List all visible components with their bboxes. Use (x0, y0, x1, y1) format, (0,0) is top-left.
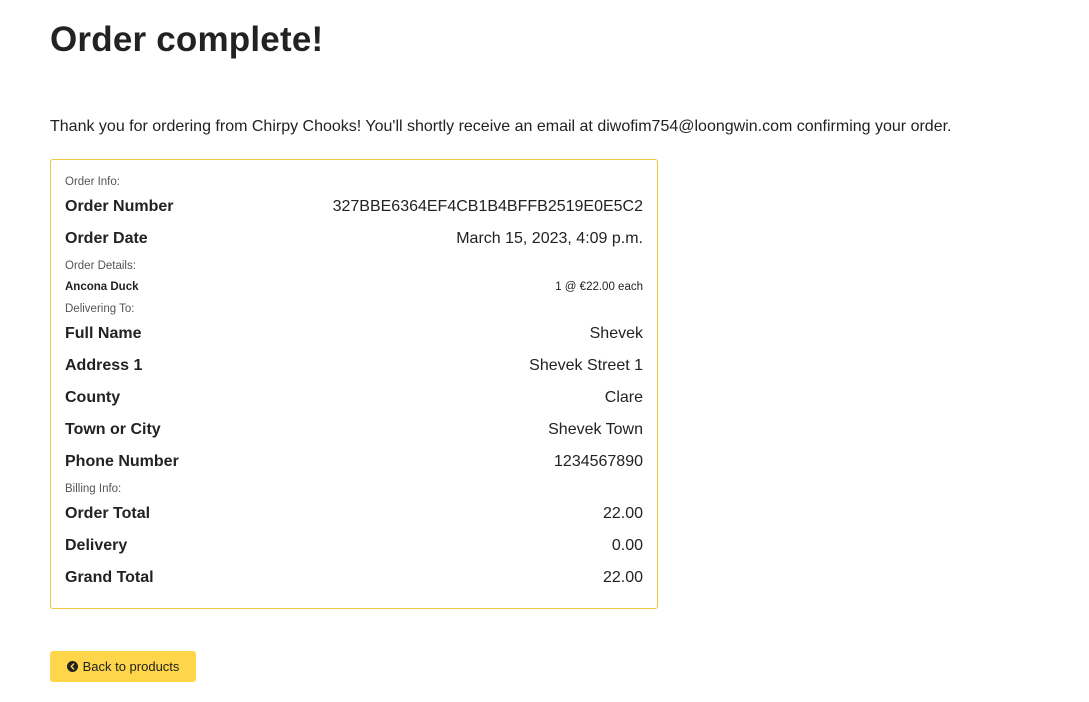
delivery-label: Delivery (65, 537, 128, 554)
back-to-products-label: Back to products (82, 659, 180, 674)
order-date-row: Order Date March 15, 2023, 4:09 p.m. (65, 230, 643, 248)
county-value: Clare (604, 389, 643, 406)
thank-you-message: Thank you for ordering from Chirpy Chook… (50, 118, 952, 135)
grand-total-row: Grand Total 22.00 (65, 569, 643, 587)
order-total-label: Order Total (65, 505, 151, 522)
order-info-label: Order Info: (65, 176, 120, 188)
address1-row: Address 1 Shevek Street 1 (65, 357, 643, 375)
chevron-left-circle-icon (66, 661, 78, 672)
address1-value: Shevek Street 1 (529, 357, 643, 374)
order-total-value: 22.00 (602, 505, 643, 522)
delivering-to-label: Delivering To: (65, 303, 135, 315)
billing-info-label: Billing Info: (65, 483, 122, 495)
order-complete-page: Order complete! Thank you for ordering f… (0, 0, 1089, 702)
order-summary-card: Order Info: Order Number 327BBE6364EF4CB… (50, 159, 658, 609)
county-row: County Clare (65, 389, 643, 407)
back-to-products-button[interactable]: Back to products (50, 651, 196, 682)
grand-total-label: Grand Total (65, 569, 154, 586)
delivery-value: 0.00 (611, 537, 643, 554)
order-date-label: Order Date (65, 230, 148, 247)
town-label: Town or City (65, 421, 161, 438)
order-date-value: March 15, 2023, 4:09 p.m. (456, 230, 643, 247)
order-details-label: Order Details: (65, 260, 136, 272)
grand-total-value: 22.00 (602, 569, 643, 586)
phone-row: Phone Number 1234567890 (65, 453, 643, 471)
order-number-value: 327BBE6364EF4CB1B4BFFB2519E0E5C2 (332, 198, 643, 215)
town-value: Shevek Town (548, 421, 643, 438)
order-item-quantity-price: 1 @ €22.00 each (555, 281, 643, 293)
order-number-label: Order Number (65, 198, 174, 215)
order-item-row: Ancona Duck 1 @ €22.00 each (65, 281, 643, 293)
full-name-row: Full Name Shevek (65, 325, 643, 343)
full-name-value: Shevek (589, 325, 643, 342)
page-title: Order complete! (50, 20, 324, 59)
phone-label: Phone Number (65, 453, 179, 470)
county-label: County (65, 389, 121, 406)
order-number-row: Order Number 327BBE6364EF4CB1B4BFFB2519E… (65, 198, 643, 216)
town-row: Town or City Shevek Town (65, 421, 643, 439)
delivery-row: Delivery 0.00 (65, 537, 643, 555)
address1-label: Address 1 (65, 357, 143, 374)
order-total-row: Order Total 22.00 (65, 505, 643, 523)
full-name-label: Full Name (65, 325, 142, 342)
phone-value: 1234567890 (554, 453, 643, 470)
order-item-name: Ancona Duck (65, 281, 139, 293)
